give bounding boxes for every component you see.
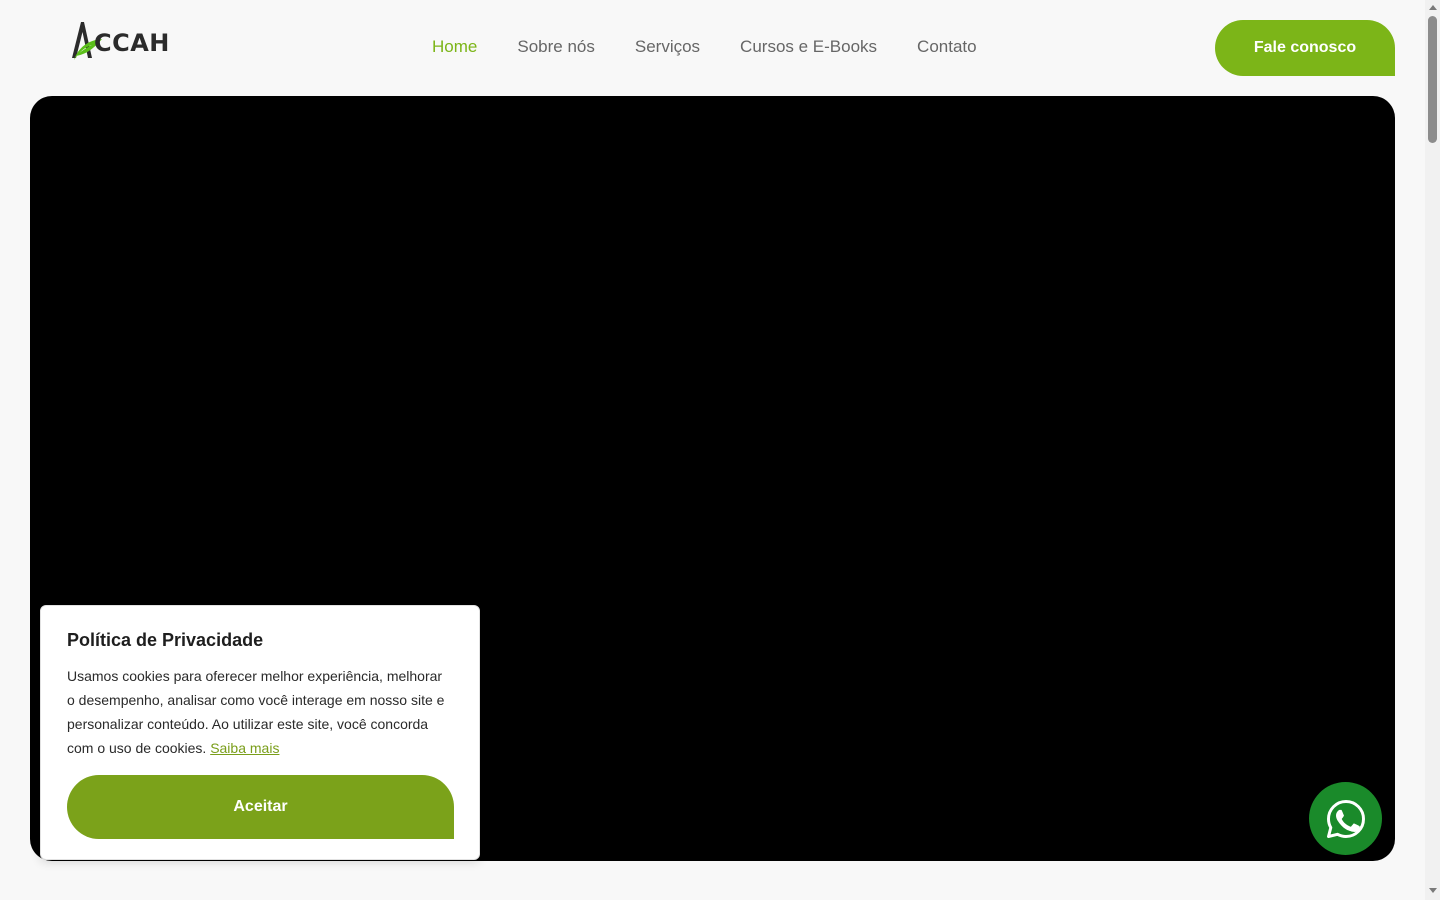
cookie-text: Usamos cookies para oferecer melhor expe… [67, 664, 453, 760]
nav-item-home[interactable]: Home [432, 34, 477, 60]
page: CCAH Home Sobre nós Serviços Cursos e E-… [0, 0, 1440, 900]
site-header: CCAH Home Sobre nós Serviços Cursos e E-… [0, 0, 1425, 96]
nav-item-contato[interactable]: Contato [917, 34, 977, 60]
main-nav: Home Sobre nós Serviços Cursos e E-Books… [432, 34, 977, 60]
nav-item-cursos-ebooks[interactable]: Cursos e E-Books [740, 34, 877, 60]
page-scrollbar[interactable] [1425, 0, 1440, 900]
fale-conosco-button[interactable]: Fale conosco [1215, 20, 1395, 76]
scroll-down-arrow-icon[interactable] [1429, 888, 1437, 893]
cookie-title: Política de Privacidade [67, 630, 264, 650]
scroll-thumb[interactable] [1428, 16, 1437, 143]
nav-item-sobre-nos[interactable]: Sobre nós [517, 34, 595, 60]
cookie-banner: Política de Privacidade Usamos cookies p… [40, 605, 480, 860]
site-logo[interactable]: CCAH [70, 20, 182, 62]
logo-wordmark: CCAH [94, 29, 170, 57]
nav-item-servicos[interactable]: Serviços [635, 34, 700, 60]
whatsapp-icon [1326, 799, 1365, 838]
whatsapp-button[interactable] [1309, 782, 1382, 855]
scroll-up-arrow-icon[interactable] [1429, 5, 1437, 10]
saiba-mais-link[interactable]: Saiba mais [210, 740, 279, 756]
accept-cookies-button[interactable]: Aceitar [67, 775, 454, 839]
